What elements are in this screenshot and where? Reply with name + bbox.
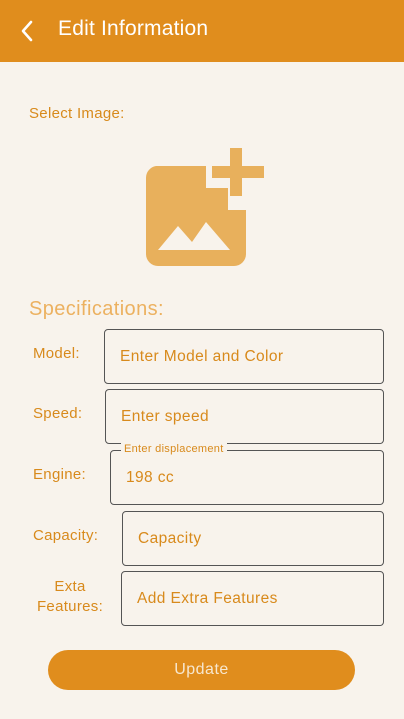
- update-button[interactable]: Update: [48, 650, 355, 690]
- speed-field[interactable]: Enter speed: [105, 389, 384, 444]
- model-placeholder: Enter Model and Color: [120, 347, 284, 365]
- extra-features-field[interactable]: Add Extra Features: [121, 571, 384, 626]
- engine-floating-label: Enter displacement: [121, 443, 227, 455]
- capacity-label: Capacity:: [33, 527, 99, 544]
- add-photo-icon[interactable]: [144, 146, 266, 268]
- extra-features-placeholder: Add Extra Features: [137, 589, 278, 607]
- capacity-placeholder: Capacity: [138, 529, 202, 547]
- speed-label: Speed:: [33, 405, 83, 422]
- model-field[interactable]: Enter Model and Color: [104, 329, 384, 384]
- extra-features-label-line2: Features:: [36, 598, 104, 615]
- capacity-field[interactable]: Capacity: [122, 511, 384, 566]
- engine-field[interactable]: Enter displacement 198 cc: [110, 443, 384, 505]
- engine-value: 198 cc: [126, 468, 175, 486]
- page-title: Edit Information: [58, 17, 209, 40]
- select-image-label: Select Image:: [29, 105, 125, 122]
- back-arrow-icon[interactable]: [14, 17, 40, 45]
- engine-label: Engine:: [33, 466, 86, 483]
- extra-features-label: Exta Features:: [33, 577, 107, 617]
- specifications-heading: Specifications:: [29, 298, 164, 320]
- extra-features-label-line1: Exta: [54, 578, 86, 595]
- app-bar: Edit Information: [0, 0, 404, 62]
- model-label: Model:: [33, 345, 80, 362]
- speed-placeholder: Enter speed: [121, 407, 209, 425]
